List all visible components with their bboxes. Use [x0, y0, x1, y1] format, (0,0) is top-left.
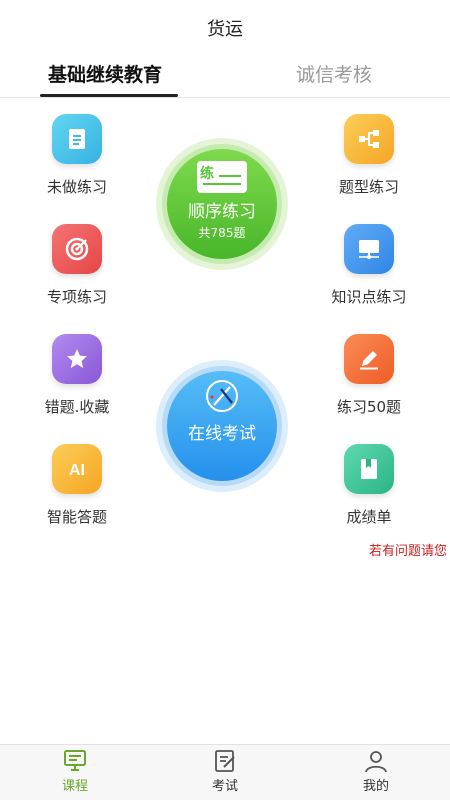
card-line [219, 175, 241, 177]
document-icon [52, 114, 102, 164]
special-practice-label: 专项练习 [46, 288, 107, 306]
knowledge-point-practice-label: 知识点练习 [331, 288, 407, 306]
nav-mine-label: 我的 [362, 779, 389, 794]
svg-text:AI: AI [69, 462, 85, 479]
wrong-questions-favorites-item[interactable]: 错题.收藏 [22, 334, 132, 417]
question-type-practice-item[interactable]: 题型练习 [314, 114, 424, 197]
smart-answer-label: 智能答题 [46, 508, 107, 526]
nav-exam-label: 考试 [211, 779, 238, 794]
nav-course[interactable]: 课程 [35, 749, 115, 794]
tab-integrity-assessment[interactable]: 诚信考核 [296, 60, 372, 87]
person-icon [365, 751, 387, 773]
target-icon [52, 224, 102, 274]
special-practice-item[interactable]: 专项练习 [22, 224, 132, 307]
question-type-practice-label: 题型练习 [338, 178, 399, 196]
app-header: 货运 [0, 0, 450, 56]
page-title: 货运 [207, 19, 243, 40]
practice-50-questions-label: 练习50题 [336, 398, 402, 416]
practice-badge: 练 [200, 166, 214, 182]
bottom-nav: 课程 考试 我的 [0, 744, 450, 800]
star-icon [52, 334, 102, 384]
knowledge-point-practice-item[interactable]: 知识点练习 [314, 224, 424, 307]
unanswered-practice-item[interactable]: 未做练习 [22, 114, 132, 197]
nav-exam[interactable]: 考试 [185, 749, 265, 794]
monitor-icon [64, 750, 86, 771]
nav-mine[interactable]: 我的 [336, 749, 416, 794]
exam-icon [215, 750, 235, 772]
monitor-icon [344, 224, 394, 274]
ai-icon: AI [52, 444, 102, 494]
online-exam-title: 在线考试 [188, 424, 256, 444]
sequence-practice-count: 共785题 [198, 226, 246, 240]
active-tab-indicator [40, 94, 178, 97]
wrong-questions-favorites-label: 错题.收藏 [44, 398, 110, 416]
smart-answer-item[interactable]: AI 智能答题 [22, 444, 132, 527]
online-exam-button[interactable]: 在线考试 [167, 371, 277, 481]
transcript-label: 成绩单 [346, 508, 392, 526]
help-notice[interactable]: 若有问题请您 [369, 540, 450, 559]
category-tabs: 基础继续教育 诚信考核 [0, 56, 450, 98]
card-line [203, 183, 241, 185]
exam-pencil-icon [206, 380, 238, 412]
pencil-icon [344, 334, 394, 384]
practice-card-icon: 练 [197, 161, 247, 193]
book-icon [344, 444, 394, 494]
sequence-practice-title: 顺序练习 [188, 202, 256, 222]
sequence-practice-button[interactable]: 练 顺序练习 共785题 [167, 149, 277, 259]
flowchart-icon [344, 114, 394, 164]
practice-50-questions-item[interactable]: 练习50题 [314, 334, 424, 417]
nav-course-label: 课程 [61, 779, 88, 794]
transcript-item[interactable]: 成绩单 [314, 444, 424, 527]
unanswered-practice-label: 未做练习 [46, 178, 107, 196]
tab-basic-continuing-education[interactable]: 基础继续教育 [48, 60, 162, 87]
